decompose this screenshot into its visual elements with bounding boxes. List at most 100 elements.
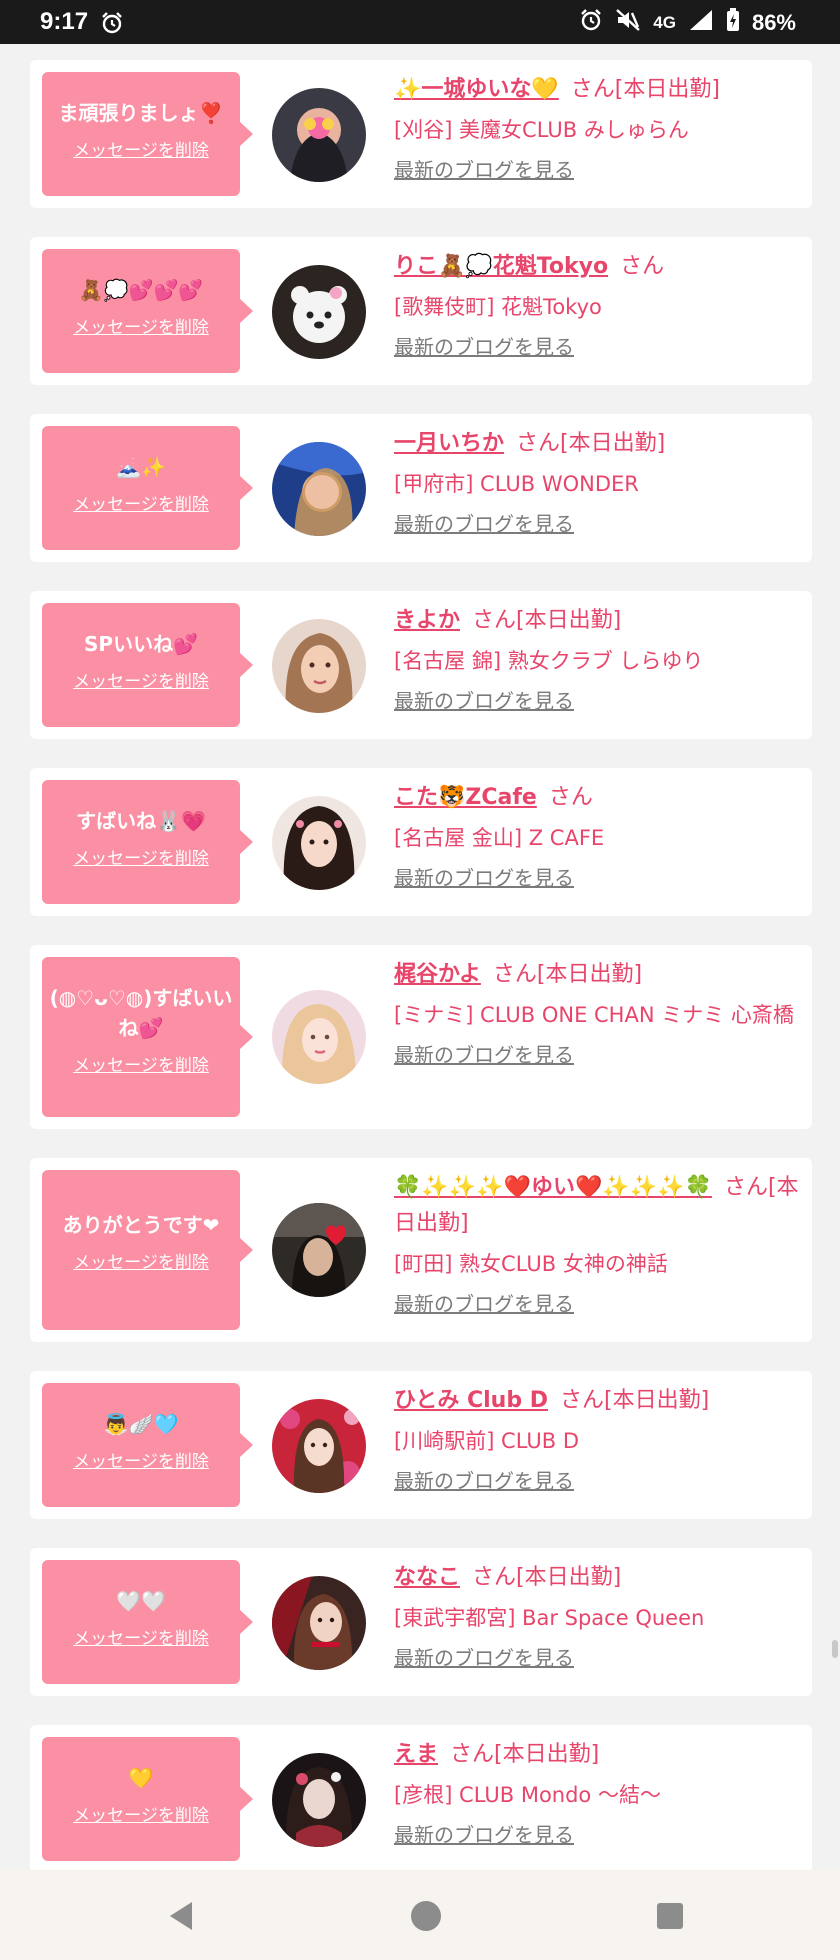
- message-text: 👼🪽🩵: [103, 1412, 179, 1436]
- name-suffix: さん[本日出勤]: [560, 1388, 710, 1413]
- view-blog-link[interactable]: 最新のブログを見る: [394, 331, 574, 363]
- delete-message-link[interactable]: メッセージを削除: [73, 490, 209, 515]
- name-line: ひとみ Club D さん[本日出勤]: [394, 1383, 802, 1419]
- message-card: 🗻✨ メッセージを削除 一月いちか さん[本日出勤] [甲府市] CLUB WON…: [30, 414, 812, 562]
- avatar[interactable]: [272, 619, 366, 713]
- name-suffix: さん[本日出勤]: [570, 77, 720, 102]
- name-line: ✨一城ゆいな💛 さん[本日出勤]: [394, 72, 802, 108]
- card-info: ✨一城ゆいな💛 さん[本日出勤] [刈谷] 美魔女CLUB みしゅらん 最新のブロ…: [394, 72, 802, 186]
- battery-charging-icon: [726, 8, 740, 38]
- cast-name-link[interactable]: りこ🧸💭花魁Tokyo: [394, 254, 608, 279]
- delete-message-link[interactable]: メッセージを削除: [73, 1447, 209, 1472]
- view-blog-link[interactable]: 最新のブログを見る: [394, 154, 574, 186]
- view-blog-link[interactable]: 最新のブログを見る: [394, 1039, 574, 1071]
- cast-name-link[interactable]: きよか: [394, 608, 460, 633]
- message-bubble: 🤍🤍 メッセージを削除: [42, 1560, 253, 1684]
- avatar[interactable]: [272, 1203, 366, 1297]
- cast-name-link[interactable]: 梶谷かよ: [394, 962, 481, 987]
- cast-name-link[interactable]: ひとみ Club D: [394, 1388, 548, 1413]
- delete-message-link[interactable]: メッセージを削除: [73, 667, 209, 692]
- avatar[interactable]: [272, 1399, 366, 1493]
- name-line: えま さん[本日出勤]: [394, 1737, 802, 1773]
- delete-message-link[interactable]: メッセージを削除: [73, 1624, 209, 1649]
- message-text: 🗻✨: [116, 455, 166, 479]
- name-line: ななこ さん[本日出勤]: [394, 1560, 802, 1596]
- view-blog-link[interactable]: 最新のブログを見る: [394, 685, 574, 717]
- view-blog-link[interactable]: 最新のブログを見る: [394, 862, 574, 894]
- message-bubble: 💛 メッセージを削除: [42, 1737, 253, 1861]
- network-type: 4G: [653, 13, 676, 32]
- shop-text: [町田] 熟女CLUB 女神の神話: [394, 1252, 668, 1276]
- name-line: 🍀✨✨✨❤️ゆい❤️✨✨✨🍀 さん[本日出勤]: [394, 1170, 802, 1242]
- message-bubble: (◍♡ᴗ♡◍)すばいいね💕 メッセージを削除: [42, 957, 253, 1117]
- view-blog-link[interactable]: 最新のブログを見る: [394, 1288, 574, 1320]
- recents-square-icon[interactable]: [650, 1896, 690, 1936]
- view-blog-link[interactable]: 最新のブログを見る: [394, 1642, 574, 1674]
- cast-name-link[interactable]: えま: [394, 1742, 438, 1767]
- card-info: きよか さん[本日出勤] [名古屋 錦] 熟女クラブ しらゆり 最新のブログを見る: [394, 603, 802, 717]
- avatar[interactable]: [272, 990, 366, 1084]
- avatar[interactable]: [272, 1753, 366, 1847]
- shop-text: [名古屋 錦] 熟女クラブ しらゆり: [394, 649, 704, 673]
- message-text: SPいいね💕: [84, 632, 198, 656]
- home-circle-icon[interactable]: [406, 1896, 446, 1936]
- scrollbar-thumb[interactable]: [832, 1640, 838, 1658]
- delete-message-link[interactable]: メッセージを削除: [73, 844, 209, 869]
- message-bubble: 👼🪽🩵 メッセージを削除: [42, 1383, 253, 1507]
- message-card: 🧸💭💕💕💕 メッセージを削除 りこ🧸💭花魁Tokyo さん [歌舞伎町] 花魁To…: [30, 237, 812, 385]
- shop-text: [歌舞伎町] 花魁Tokyo: [394, 295, 602, 319]
- name-suffix: さん[本日出勤]: [472, 608, 622, 633]
- shop-text: [ミナミ] CLUB ONE CHAN ミナミ 心斎橋: [394, 1003, 794, 1027]
- message-card: SPいいね💕 メッセージを削除 きよか さん[本日出勤] [名古屋 錦] 熟女クラ…: [30, 591, 812, 739]
- message-bubble: 🧸💭💕💕💕 メッセージを削除: [42, 249, 253, 373]
- name-line: 一月いちか さん[本日出勤]: [394, 426, 802, 462]
- mute-icon: [615, 8, 641, 38]
- delete-message-link[interactable]: メッセージを削除: [73, 1248, 209, 1273]
- view-blog-link[interactable]: 最新のブログを見る: [394, 508, 574, 540]
- name-line: 梶谷かよ さん[本日出勤]: [394, 957, 802, 993]
- card-info: ななこ さん[本日出勤] [東武宇都宮] Bar Space Queen 最新のブ…: [394, 1560, 802, 1674]
- avatar[interactable]: [272, 796, 366, 890]
- message-card: 👼🪽🩵 メッセージを削除 ひとみ Club D さん[本日出勤] [川崎駅前] C…: [30, 1371, 812, 1519]
- message-bubble: ま頑張りましょ❣️ メッセージを削除: [42, 72, 253, 196]
- cast-name-link[interactable]: 一月いちか: [394, 431, 504, 456]
- delete-message-link[interactable]: メッセージを削除: [73, 1051, 209, 1076]
- name-suffix: さん[本日出勤]: [492, 962, 643, 987]
- shop-text: [彦根] CLUB Mondo 〜結〜: [394, 1783, 661, 1807]
- card-info: ひとみ Club D さん[本日出勤] [川崎駅前] CLUB D 最新のブログを…: [394, 1383, 802, 1497]
- shop-text: [名古屋 金山] Z CAFE: [394, 826, 605, 850]
- card-info: 🍀✨✨✨❤️ゆい❤️✨✨✨🍀 さん[本日出勤] [町田] 熟女CLUB 女神の神話…: [394, 1170, 802, 1320]
- avatar[interactable]: [272, 1576, 366, 1670]
- message-text: すばいね🐰💗: [76, 809, 206, 833]
- message-card: 🤍🤍 メッセージを削除 ななこ さん[本日出勤] [東武宇都宮] Bar Spac…: [30, 1548, 812, 1696]
- avatar[interactable]: [272, 442, 366, 536]
- avatar[interactable]: [272, 88, 366, 182]
- name-suffix: さん: [548, 785, 593, 810]
- card-info: えま さん[本日出勤] [彦根] CLUB Mondo 〜結〜 最新のブログを見る: [394, 1737, 802, 1851]
- delete-message-link[interactable]: メッセージを削除: [73, 1801, 209, 1826]
- avatar[interactable]: [272, 265, 366, 359]
- card-info: りこ🧸💭花魁Tokyo さん [歌舞伎町] 花魁Tokyo 最新のブログを見る: [394, 249, 802, 363]
- cast-name-link[interactable]: 🍀✨✨✨❤️ゆい❤️✨✨✨🍀: [394, 1175, 712, 1200]
- status-bar: 9:17 4G 86%: [0, 0, 840, 44]
- view-blog-link[interactable]: 最新のブログを見る: [394, 1819, 574, 1851]
- cast-name-link[interactable]: こた🐯ZCafe: [394, 785, 537, 810]
- message-card: ま頑張りましょ❣️ メッセージを削除 ✨一城ゆいな💛 さん[本日出勤] [刈谷] …: [30, 60, 812, 208]
- message-text: 🧸💭💕💕💕: [78, 278, 204, 302]
- name-suffix: さん[本日出勤]: [516, 431, 666, 456]
- name-line: きよか さん[本日出勤]: [394, 603, 802, 639]
- cast-name-link[interactable]: ななこ: [394, 1565, 460, 1590]
- alarm-icon: [579, 8, 603, 38]
- back-triangle-icon[interactable]: [162, 1896, 202, 1936]
- name-suffix: さん[本日出勤]: [472, 1565, 622, 1590]
- delete-message-link[interactable]: メッセージを削除: [73, 136, 209, 161]
- status-time: 9:17: [40, 8, 89, 35]
- delete-message-link[interactable]: メッセージを削除: [73, 313, 209, 338]
- message-card: ありがとうです❤ メッセージを削除 🍀✨✨✨❤️ゆい❤️✨✨✨🍀 さん[本日出勤]…: [30, 1158, 812, 1342]
- message-bubble: ありがとうです❤ メッセージを削除: [42, 1170, 253, 1330]
- cast-name-link[interactable]: ✨一城ゆいな💛: [394, 77, 559, 102]
- name-suffix: さん: [620, 254, 665, 279]
- view-blog-link[interactable]: 最新のブログを見る: [394, 1465, 574, 1497]
- message-text: ありがとうです❤: [62, 1213, 220, 1237]
- signal-icon: [688, 8, 714, 38]
